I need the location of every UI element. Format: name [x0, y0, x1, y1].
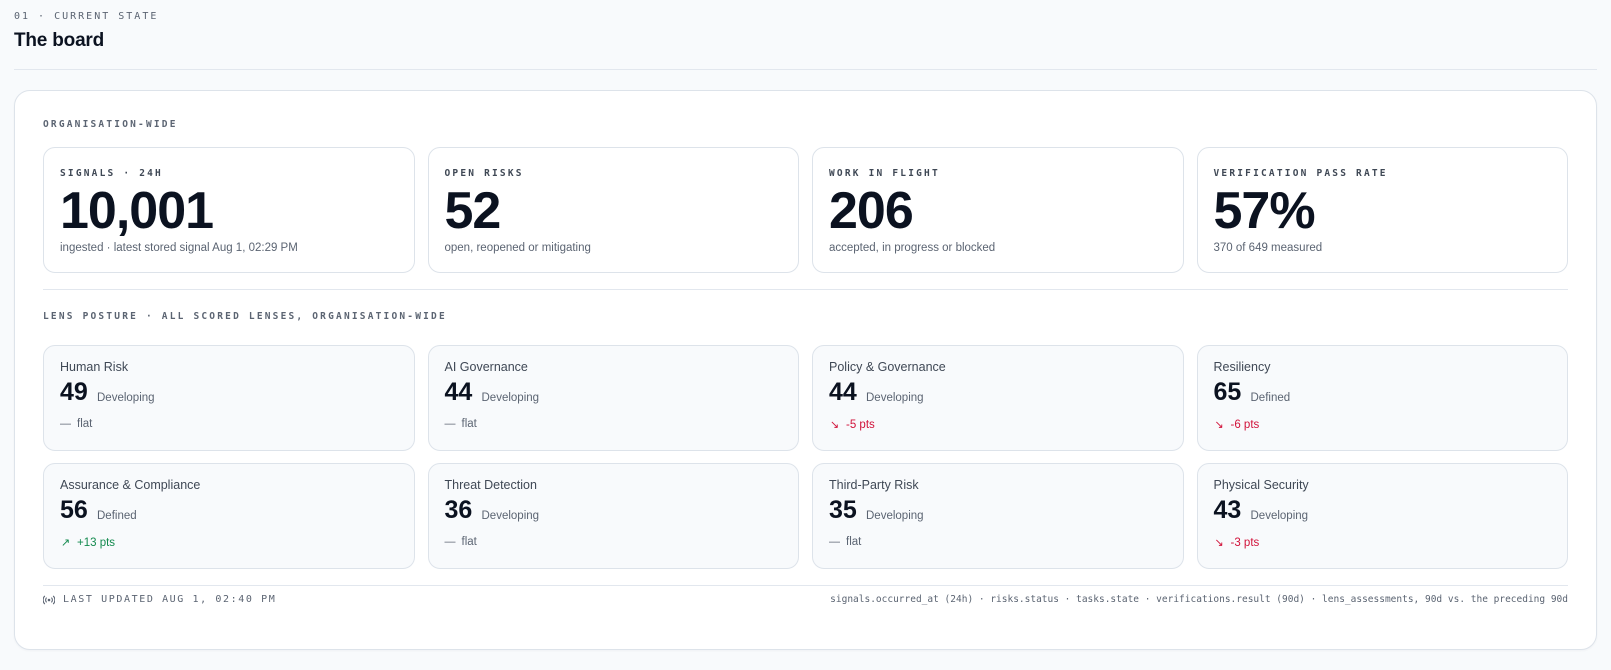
stat-label: OPEN RISKS	[444, 168, 524, 179]
lens-level: Developing	[866, 510, 924, 522]
stat-value: 206	[829, 182, 914, 240]
stat-label: SIGNALS · 24H	[60, 168, 163, 179]
stat-caption: 370 of 649 measured	[1213, 242, 1323, 254]
trend-flat-icon: —	[829, 536, 840, 548]
lens-level: Developing	[97, 392, 155, 404]
lens-name: Human Risk	[60, 360, 129, 374]
stat-row: SIGNALS · 24H 10,001 ingested · latest s…	[43, 147, 1568, 273]
page-title: The board	[14, 30, 105, 51]
lens-trend-text: -5 pts	[846, 418, 875, 431]
stat-card-signals: SIGNALS · 24H 10,001 ingested · latest s…	[43, 147, 415, 273]
header-divider	[14, 69, 1597, 70]
lens-trend: — flat	[829, 536, 861, 548]
lens-score: 35	[829, 496, 857, 524]
lens-name: Physical Security	[1213, 478, 1309, 492]
lens-row-1: Human Risk 49 Developing — flat AI Gover…	[43, 345, 1568, 451]
lens-card-policy-governance[interactable]: Policy & Governance 44 Developing ↘ -5 p…	[812, 345, 1184, 451]
section-divider	[43, 289, 1568, 290]
lens-score: 49	[60, 378, 88, 406]
lens-card-third-party-risk[interactable]: Third-Party Risk 35 Developing — flat	[812, 463, 1184, 569]
lens-level: Developing	[1250, 510, 1309, 522]
lens-name: Third-Party Risk	[829, 478, 919, 492]
stat-caption: accepted, in progress or blocked	[829, 242, 996, 254]
broadcast-icon	[43, 595, 55, 604]
stat-value: 52	[444, 182, 502, 240]
lens-level: Developing	[481, 392, 540, 404]
lens-trend: — flat	[60, 418, 92, 430]
last-updated-text: LAST UPDATED AUG 1, 02:40 PM	[63, 594, 277, 605]
lens-level: Defined	[97, 510, 137, 522]
trend-down-icon: ↘	[829, 419, 840, 431]
lens-trend-text: flat	[461, 536, 477, 548]
lens-trend: — flat	[445, 418, 477, 430]
lens-card-resiliency[interactable]: Resiliency 65 Defined ↘ -6 pts	[1196, 345, 1568, 451]
lens-card-assurance-compliance[interactable]: Assurance & Compliance 56 Defined ↗ +13 …	[43, 463, 415, 569]
stat-card-work-in-flight: WORK IN FLIGHT 206 accepted, in progress…	[812, 147, 1184, 273]
trend-down-icon: ↘	[1214, 419, 1224, 431]
lens-level: Developing	[481, 510, 540, 522]
stat-label: VERIFICATION PASS RATE	[1213, 168, 1388, 179]
lens-trend: ↘ -3 pts	[1214, 536, 1260, 550]
lens-card-threat-detection[interactable]: Threat Detection 36 Developing — flat	[427, 463, 799, 569]
lens-score: 36	[444, 496, 473, 524]
lens-row-2: Assurance & Compliance 56 Defined ↗ +13 …	[43, 463, 1568, 569]
board-panel: ORGANISATION-WIDE SIGNALS · 24H 10,001 i…	[14, 90, 1597, 650]
lens-score: 44	[829, 378, 857, 406]
trend-up-icon: ↗	[60, 537, 71, 549]
trend-flat-icon: —	[444, 536, 456, 548]
lens-trend: ↘ -5 pts	[829, 418, 875, 432]
lens-trend-text: flat	[461, 418, 477, 430]
lens-level: Defined	[1250, 392, 1291, 404]
lens-trend: — flat	[445, 536, 477, 548]
trend-flat-icon: —	[60, 418, 71, 430]
lens-trend-text: -6 pts	[1230, 418, 1260, 431]
lens-name: Threat Detection	[444, 478, 537, 492]
lens-trend-text: -3 pts	[1230, 536, 1260, 549]
stat-value: 57%	[1213, 182, 1316, 240]
lens-trend: ↘ -6 pts	[1214, 418, 1260, 432]
footer-divider	[43, 585, 1568, 586]
lens-name: Policy & Governance	[829, 360, 946, 374]
lens-trend-text: flat	[846, 536, 862, 548]
lens-trend-text: flat	[77, 418, 93, 430]
stat-value: 10,001	[60, 182, 214, 240]
lens-level: Developing	[866, 392, 924, 404]
lens-section-label: LENS POSTURE · ALL SCORED LENSES, ORGANI…	[43, 311, 447, 322]
lens-trend: ↗ +13 pts	[60, 536, 116, 550]
trend-flat-icon: —	[444, 418, 456, 430]
lens-card-physical-security[interactable]: Physical Security 43 Developing ↘ -3 pts	[1196, 463, 1568, 569]
data-sources: signals.occurred_at (24h) · risks.status…	[830, 594, 1568, 605]
lens-score: 43	[1213, 496, 1242, 524]
stat-card-open-risks: OPEN RISKS 52 open, reopened or mitigati…	[427, 147, 799, 273]
lens-card-ai-governance[interactable]: AI Governance 44 Developing — flat	[427, 345, 799, 451]
stat-card-verification-pass-rate: VERIFICATION PASS RATE 57% 370 of 649 me…	[1196, 147, 1568, 273]
lens-score: 44	[444, 378, 473, 406]
trend-down-icon: ↘	[1214, 537, 1224, 549]
lens-name: Assurance & Compliance	[60, 478, 201, 492]
lens-score: 56	[60, 496, 88, 524]
lens-trend-text: +13 pts	[77, 536, 116, 549]
section-eyebrow: 01 · CURRENT STATE	[14, 11, 159, 22]
org-section-label: ORGANISATION-WIDE	[43, 119, 178, 130]
stat-label: WORK IN FLIGHT	[829, 168, 940, 179]
lens-name: AI Governance	[444, 360, 528, 374]
lens-score: 65	[1213, 378, 1242, 406]
stat-caption: ingested · latest stored signal Aug 1, 0…	[60, 242, 298, 254]
lens-card-human-risk[interactable]: Human Risk 49 Developing — flat	[43, 345, 415, 451]
last-updated: LAST UPDATED AUG 1, 02:40 PM	[43, 594, 276, 605]
stat-caption: open, reopened or mitigating	[444, 242, 591, 254]
lens-name: Resiliency	[1213, 360, 1271, 374]
